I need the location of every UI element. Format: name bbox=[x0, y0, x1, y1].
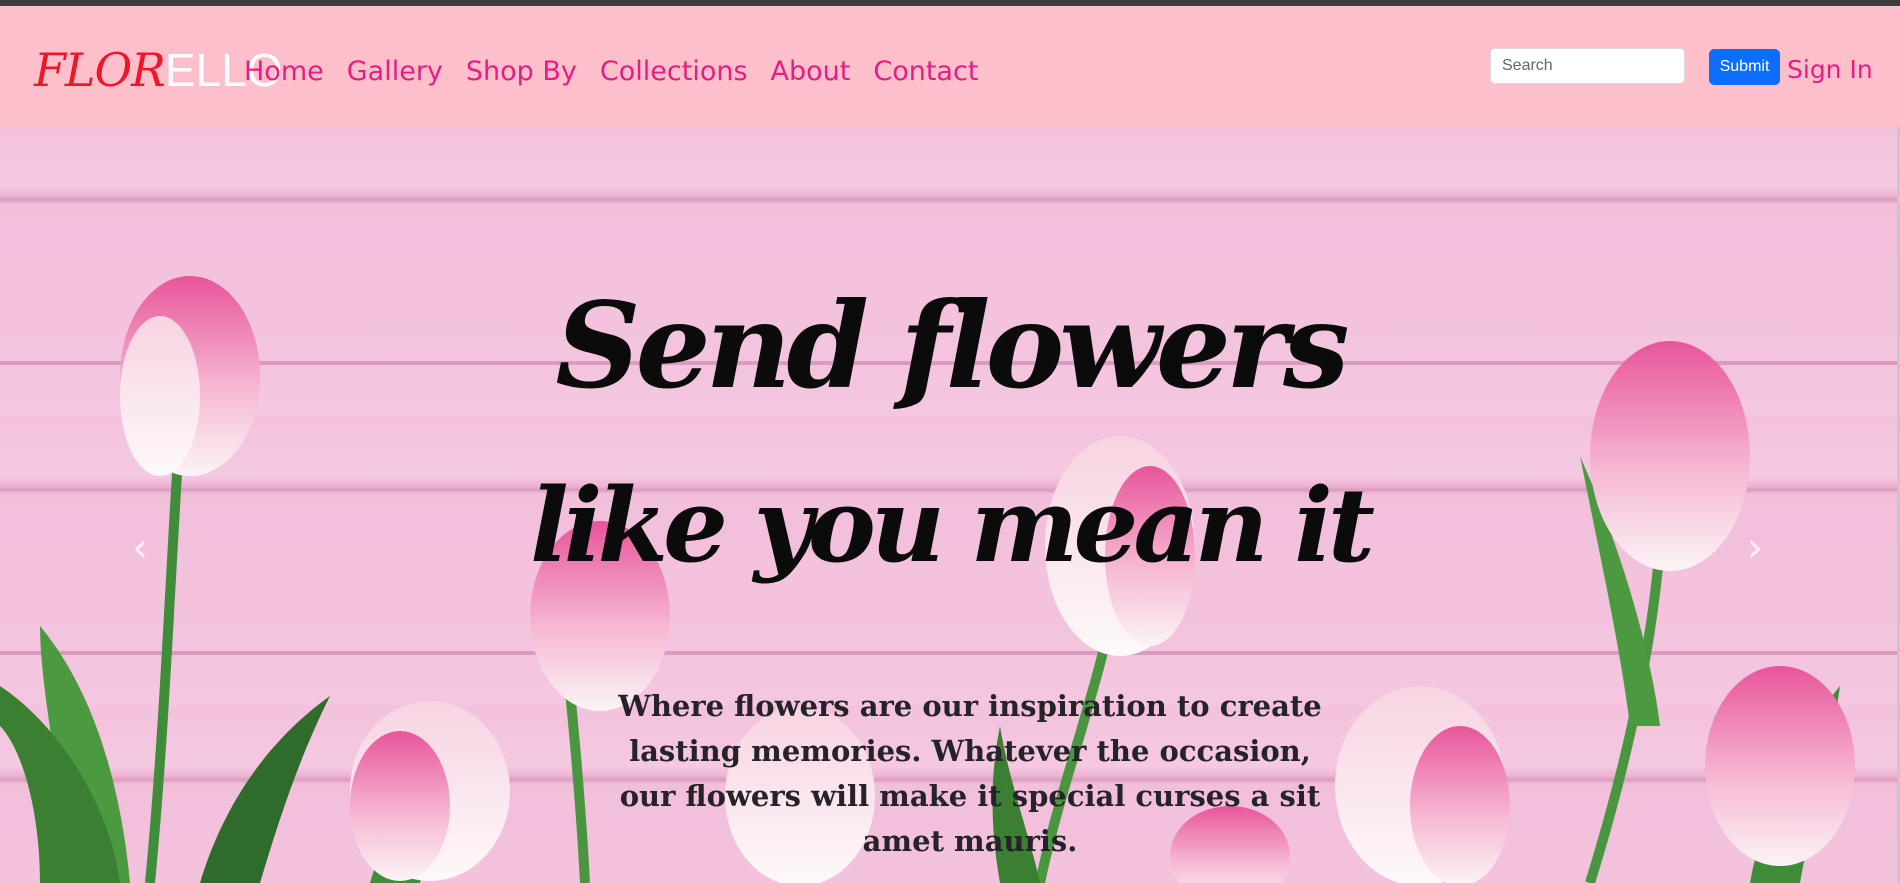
nav-about[interactable]: About bbox=[771, 52, 851, 92]
nav-collections[interactable]: Collections bbox=[600, 52, 748, 92]
submit-button[interactable]: Submit bbox=[1709, 49, 1780, 85]
nav-home[interactable]: Home bbox=[244, 52, 324, 92]
hero-title-line-2: like you mean it bbox=[530, 466, 1375, 586]
hero-description: Where flowers are our inspiration to cre… bbox=[618, 689, 1322, 858]
nav-links: Home Gallery Shop By Collections About C… bbox=[244, 52, 1001, 92]
brand-part-1: FLOR bbox=[34, 43, 166, 97]
nav-gallery[interactable]: Gallery bbox=[347, 52, 443, 92]
nav-contact[interactable]: Contact bbox=[873, 52, 978, 92]
chevron-left-icon[interactable]: ‹ bbox=[120, 518, 160, 578]
page: FLORELLO Home Gallery Shop By Collection… bbox=[0, 0, 1900, 883]
sign-in-link[interactable]: Sign In bbox=[1787, 52, 1873, 88]
search-input[interactable] bbox=[1490, 48, 1685, 84]
nav-shop-by[interactable]: Shop By bbox=[466, 52, 577, 92]
chevron-right-icon[interactable]: › bbox=[1735, 518, 1775, 578]
hero-title-line-1: Send flowers bbox=[555, 276, 1349, 415]
navbar: FLORELLO Home Gallery Shop By Collection… bbox=[0, 6, 1900, 126]
hero-carousel: Send flowers like you mean it Where flow… bbox=[0, 126, 1900, 883]
